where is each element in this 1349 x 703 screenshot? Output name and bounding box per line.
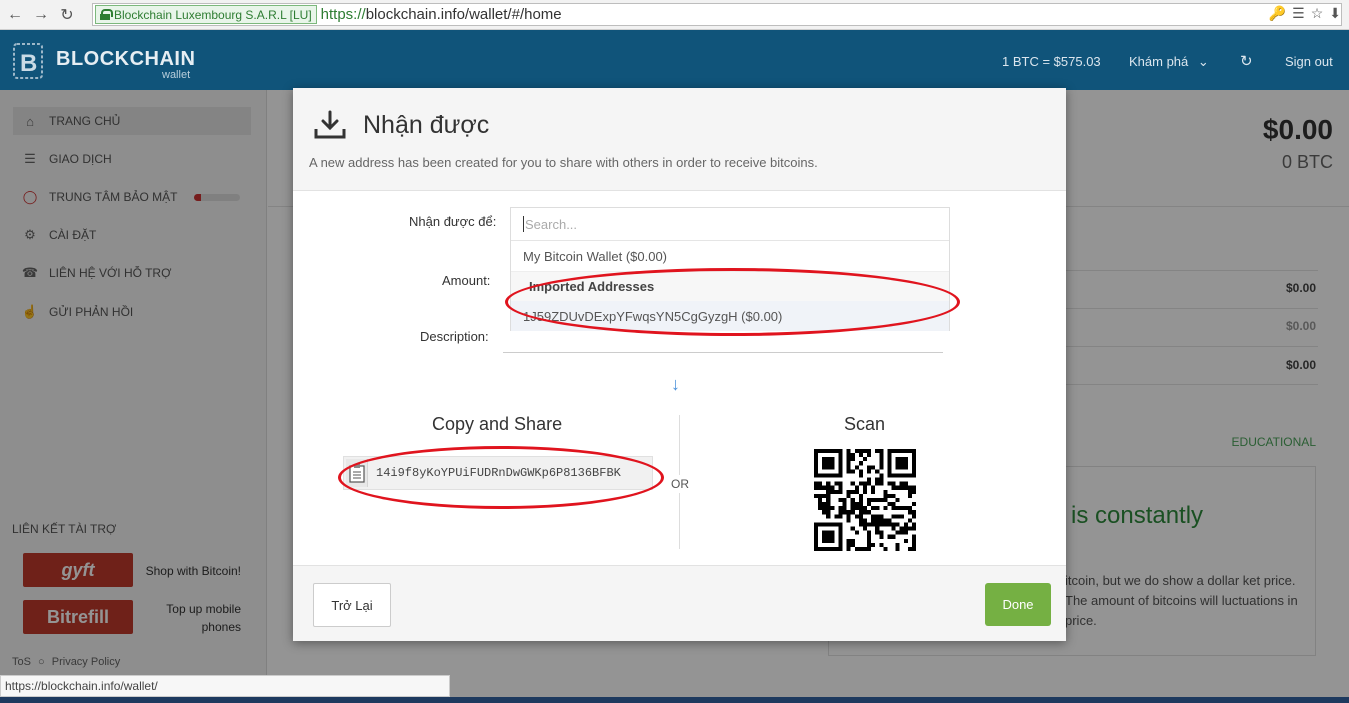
description-label: Description:: [420, 329, 489, 344]
arrow-down-icon: ↓: [671, 374, 680, 394]
text-caret: [523, 216, 524, 232]
status-bar-url: https://blockchain.info/wallet/: [0, 675, 450, 697]
copy-share-title: Copy and Share: [432, 414, 563, 434]
clipboard-icon[interactable]: [346, 459, 368, 487]
amount-label: Amount:: [442, 273, 491, 288]
explore-label: Khám phá: [1129, 54, 1189, 69]
qr-code: [814, 449, 916, 551]
modal-title: Nhận được: [363, 111, 490, 139]
lock-icon: [100, 9, 113, 20]
key-icon[interactable]: 🔑: [1269, 5, 1286, 22]
receive-modal: Nhận được A new address has been created…: [293, 88, 1066, 641]
refresh-icon[interactable]: ↻: [1240, 52, 1253, 70]
modal-description: A new address has been created for you t…: [309, 155, 818, 170]
description-field-underline: [503, 352, 943, 353]
app-header: B BLOCKCHAIN wallet 1 BTC = $575.03 Khám…: [0, 30, 1349, 90]
bitcoin-address: 14i9f8yKoYPUiFUDRnDwGWKp6P8136BFBK: [376, 466, 621, 480]
brand-subtitle: wallet: [162, 69, 191, 81]
explore-menu[interactable]: Khám phá ⌄: [1129, 54, 1209, 70]
search-placeholder: Search...: [525, 216, 578, 232]
ev-label: Blockchain Luxembourg S.A.R.L [LU]: [114, 7, 312, 22]
browser-toolbar: ← → ↻ Blockchain Luxembourg S.A.R.L [LU]…: [0, 0, 1349, 30]
dropdown-group-imported: Imported Addresses: [511, 271, 949, 301]
address-bar[interactable]: Blockchain Luxembourg S.A.R.L [LU] https…: [92, 3, 1342, 26]
ev-certificate-badge[interactable]: Blockchain Luxembourg S.A.R.L [LU]: [95, 5, 317, 24]
btc-rate: 1 BTC = $575.03: [1002, 54, 1101, 69]
url-scheme: https://: [320, 6, 366, 23]
forward-arrow-icon[interactable]: →: [30, 4, 52, 26]
modal-footer: Trở Lại Done: [293, 565, 1066, 641]
dropdown-option-wallet[interactable]: My Bitcoin Wallet ($0.00): [511, 241, 949, 271]
back-arrow-icon[interactable]: ←: [4, 4, 26, 26]
back-button[interactable]: Trở Lại: [313, 583, 391, 627]
brand-name: BLOCKCHAIN: [56, 48, 196, 70]
download-icon[interactable]: ⬇: [1329, 5, 1341, 22]
scan-title: Scan: [844, 414, 886, 434]
address-dropdown[interactable]: Search... My Bitcoin Wallet ($0.00) Impo…: [510, 207, 950, 331]
address-copy-field[interactable]: 14i9f8yKoYPUiFUDRnDwGWKp6P8136BFBK: [343, 456, 653, 490]
modal-header: Nhận được A new address has been created…: [293, 88, 1066, 191]
svg-text:B: B: [20, 50, 37, 77]
sign-out-link[interactable]: Sign out: [1285, 54, 1333, 69]
translate-icon[interactable]: ☰: [1292, 5, 1305, 22]
url-path: blockchain.info/wallet/#/home: [365, 6, 562, 23]
reload-icon[interactable]: ↻: [56, 4, 78, 26]
os-taskbar: [0, 697, 1349, 703]
chevron-down-icon: ⌄: [1197, 54, 1209, 69]
dropdown-option-imported-address[interactable]: 1J59ZDUvDExpYFwqsYN5CgGyzgH ($0.00): [511, 301, 949, 331]
star-icon[interactable]: ☆: [1311, 5, 1324, 22]
blockchain-logo-icon: B: [13, 43, 43, 79]
browser-extension-icons: 🔑 ☰ ☆ ⬇: [1269, 5, 1341, 22]
done-button[interactable]: Done: [985, 583, 1051, 626]
receive-to-label: Nhận được để:: [409, 214, 497, 229]
dropdown-search-input[interactable]: Search...: [511, 208, 949, 241]
download-icon: [314, 110, 346, 139]
or-label: OR: [671, 475, 689, 493]
